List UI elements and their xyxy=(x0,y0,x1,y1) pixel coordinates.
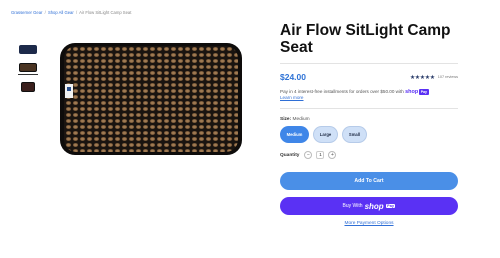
thumbnail-list xyxy=(18,42,42,99)
star-rating-icon: ★★★★★ xyxy=(409,74,435,81)
thumbnail-dark-red[interactable] xyxy=(18,80,38,94)
product-info: Air Flow SitLight Camp Seat $24.00 ★★★★★… xyxy=(280,22,458,226)
size-label: Size: Medium xyxy=(280,117,458,122)
size-options: Medium Large Small xyxy=(280,126,458,144)
add-to-cart-button[interactable]: Add To Cart xyxy=(280,172,458,191)
buy-with-label: Buy With xyxy=(342,203,363,210)
thumbnail-navy[interactable] xyxy=(18,42,38,56)
buy-with-shop-pay-button[interactable]: Buy With shop Pay xyxy=(280,197,458,216)
size-option-medium[interactable]: Medium xyxy=(280,126,309,144)
size-option-small[interactable]: Small xyxy=(342,126,367,144)
breadcrumb-home-link[interactable]: Grasserner Gear xyxy=(11,10,42,15)
shop-pay-badge: Pay xyxy=(419,89,429,95)
shop-pay-badge: Pay xyxy=(385,204,396,209)
shop-pay-wordmark: shop xyxy=(364,201,384,211)
quantity-increase-button[interactable]: + xyxy=(328,151,337,160)
size-option-large[interactable]: Large xyxy=(313,126,338,144)
review-count: 107 reviews xyxy=(437,75,458,79)
installments-text: Pay in 4 interest-free installments for … xyxy=(280,89,404,95)
price-row: $24.00 ★★★★★ 107 reviews xyxy=(280,72,458,82)
breadcrumb-current: Air Flow SitLight Camp Seat xyxy=(79,10,132,15)
size-selected-value: Medium xyxy=(292,117,310,123)
installments-message: Pay in 4 interest-free installments for … xyxy=(280,89,458,101)
thumbnail-image xyxy=(19,63,37,72)
more-payment-options-link[interactable]: More Payment Options xyxy=(280,221,458,226)
shop-pay-logo: shop Pay xyxy=(405,89,429,95)
size-label-prefix: Size: xyxy=(280,117,292,123)
quantity-input[interactable]: 1 xyxy=(316,151,325,160)
learn-more-link[interactable]: Learn more xyxy=(280,95,304,100)
product-title: Air Flow SitLight Camp Seat xyxy=(280,22,451,56)
thumbnail-image xyxy=(19,44,37,54)
product-price: $24.00 xyxy=(280,72,306,82)
breadcrumb-separator: / xyxy=(44,10,46,15)
shop-pay-wordmark: shop xyxy=(405,89,419,95)
quantity-stepper: − 1 + xyxy=(304,151,337,160)
thumbnail-image xyxy=(21,82,35,92)
divider xyxy=(280,63,458,64)
thumbnail-brown[interactable] xyxy=(18,61,38,75)
quantity-decrease-button[interactable]: − xyxy=(304,151,313,160)
breadcrumb-separator: / xyxy=(75,10,78,15)
divider xyxy=(280,108,458,110)
breadcrumb: Grasserner Gear / Shop All Gear / Air Fl… xyxy=(11,10,131,15)
rating[interactable]: ★★★★★ 107 reviews xyxy=(410,74,458,81)
breadcrumb-shop-link[interactable]: Shop All Gear xyxy=(48,10,74,15)
quantity-label: Quantity xyxy=(280,152,300,158)
quantity-row: Quantity − 1 + xyxy=(280,151,458,160)
main-product-image[interactable] xyxy=(58,40,244,158)
